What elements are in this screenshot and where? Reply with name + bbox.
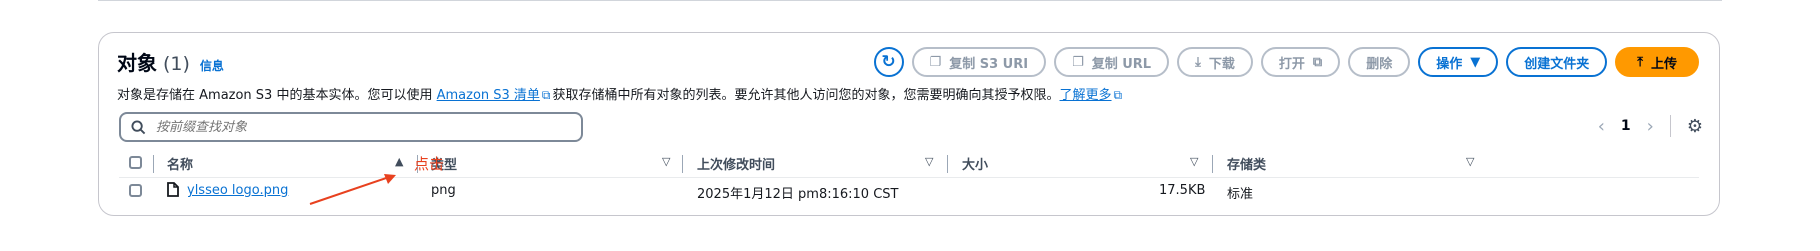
search-box[interactable] (119, 112, 583, 142)
cell-last-modified: 2025年1月12日 pm8:16:10 CST (697, 187, 899, 202)
object-name-link[interactable]: ylsseo logo.png (187, 183, 288, 198)
external-link-icon: ⧉ (541, 88, 551, 102)
refresh-button[interactable]: ↻ (873, 47, 904, 77)
cell-type: png (431, 183, 456, 198)
sort-icon[interactable]: ▽ (662, 155, 670, 168)
download-icon: ⤓ (1195, 54, 1201, 70)
description-text-1: 对象是存储在 Amazon S3 中的基本实体。您可以使用 (117, 88, 437, 103)
cell-storage-class: 标准 (1227, 187, 1254, 202)
create-folder-button[interactable]: 创建文件夹 (1506, 47, 1608, 77)
search-input[interactable] (154, 118, 538, 136)
cell-size: 17.5KB (1159, 183, 1206, 198)
objects-panel: 对象 (1) 信息 对象是存储在 Amazon S3 中的基本实体。您可以使用 … (98, 32, 1720, 216)
external-link-icon: ⧉ (1312, 54, 1323, 70)
column-header-name[interactable]: 名称 (167, 154, 193, 173)
copy-s3-uri-button[interactable]: ❐ 复制 S3 URI (911, 47, 1047, 77)
object-count: (1) (163, 53, 190, 75)
copy-icon: ❐ (929, 54, 942, 70)
sort-icon[interactable]: ▽ (925, 155, 933, 168)
toolbar: ↻ ❐ 复制 S3 URI ❐ 复制 URL ⤓ 下载 打开 ⧉ 删除 操作 ▼ 创建文件… (873, 47, 1699, 77)
page-number[interactable]: 1 (1621, 118, 1631, 134)
column-divider[interactable] (682, 155, 683, 173)
table-row[interactable]: ylsseo logo.png png 2025年1月12日 pm8:16:10… (119, 177, 1699, 205)
column-divider[interactable] (1212, 155, 1213, 173)
actions-dropdown[interactable]: 操作 ▼ (1418, 47, 1499, 77)
delete-button[interactable]: 删除 (1348, 47, 1411, 77)
pagination: ‹ 1 › ⚙ (1598, 115, 1703, 137)
upload-button[interactable]: ⤒ 上传 (1615, 47, 1699, 77)
external-link-icon: ⧉ (1113, 88, 1123, 102)
upload-icon: ⤒ (1637, 54, 1643, 70)
sort-ascending-icon[interactable]: ▲ (395, 155, 403, 168)
table-header: 名称 ▲ 类型 ▽ 上次修改时间 ▽ 大小 ▽ 存储类 ▽ (119, 151, 1699, 178)
download-button[interactable]: ⤓ 下载 (1177, 47, 1253, 77)
copy-icon: ❐ (1072, 54, 1084, 70)
open-button[interactable]: 打开 ⧉ (1260, 47, 1341, 77)
select-all-checkbox[interactable] (129, 156, 142, 169)
sort-icon[interactable]: ▽ (1466, 155, 1474, 168)
page-title: 对象 (117, 51, 157, 75)
panel-header: 对象 (1) 信息 (117, 47, 224, 76)
file-icon (167, 182, 179, 197)
next-page-icon[interactable]: › (1647, 116, 1654, 137)
column-header-last-modified[interactable]: 上次修改时间 (697, 154, 775, 173)
column-divider[interactable] (947, 155, 948, 173)
info-link[interactable]: 信息 (200, 57, 224, 74)
pager-divider (1669, 115, 1671, 137)
gear-icon[interactable]: ⚙ (1687, 116, 1703, 137)
sort-icon[interactable]: ▽ (1190, 155, 1198, 168)
copy-url-button[interactable]: ❐ 复制 URL (1054, 47, 1170, 77)
column-header-size[interactable]: 大小 (962, 154, 988, 173)
row-checkbox[interactable] (129, 184, 142, 197)
prev-page-icon[interactable]: ‹ (1598, 116, 1605, 137)
description-text-2: 获取存储桶中所有对象的列表。要允许其他人访问您的对象，您需要明确向其授予权限。 (552, 88, 1060, 103)
caret-down-icon: ▼ (1470, 54, 1481, 70)
search-icon (131, 119, 146, 134)
panel-description: 对象是存储在 Amazon S3 中的基本实体。您可以使用 Amazon S3 … (117, 84, 1124, 103)
column-header-storage-class[interactable]: 存储类 (1227, 154, 1266, 173)
learn-more-link[interactable]: 了解更多 (1060, 88, 1112, 103)
top-divider (98, 0, 1722, 1)
refresh-icon: ↻ (881, 52, 896, 72)
annotation-label: 点击 (414, 155, 445, 173)
column-divider (153, 155, 154, 173)
inventory-link[interactable]: Amazon S3 清单 (437, 88, 540, 103)
